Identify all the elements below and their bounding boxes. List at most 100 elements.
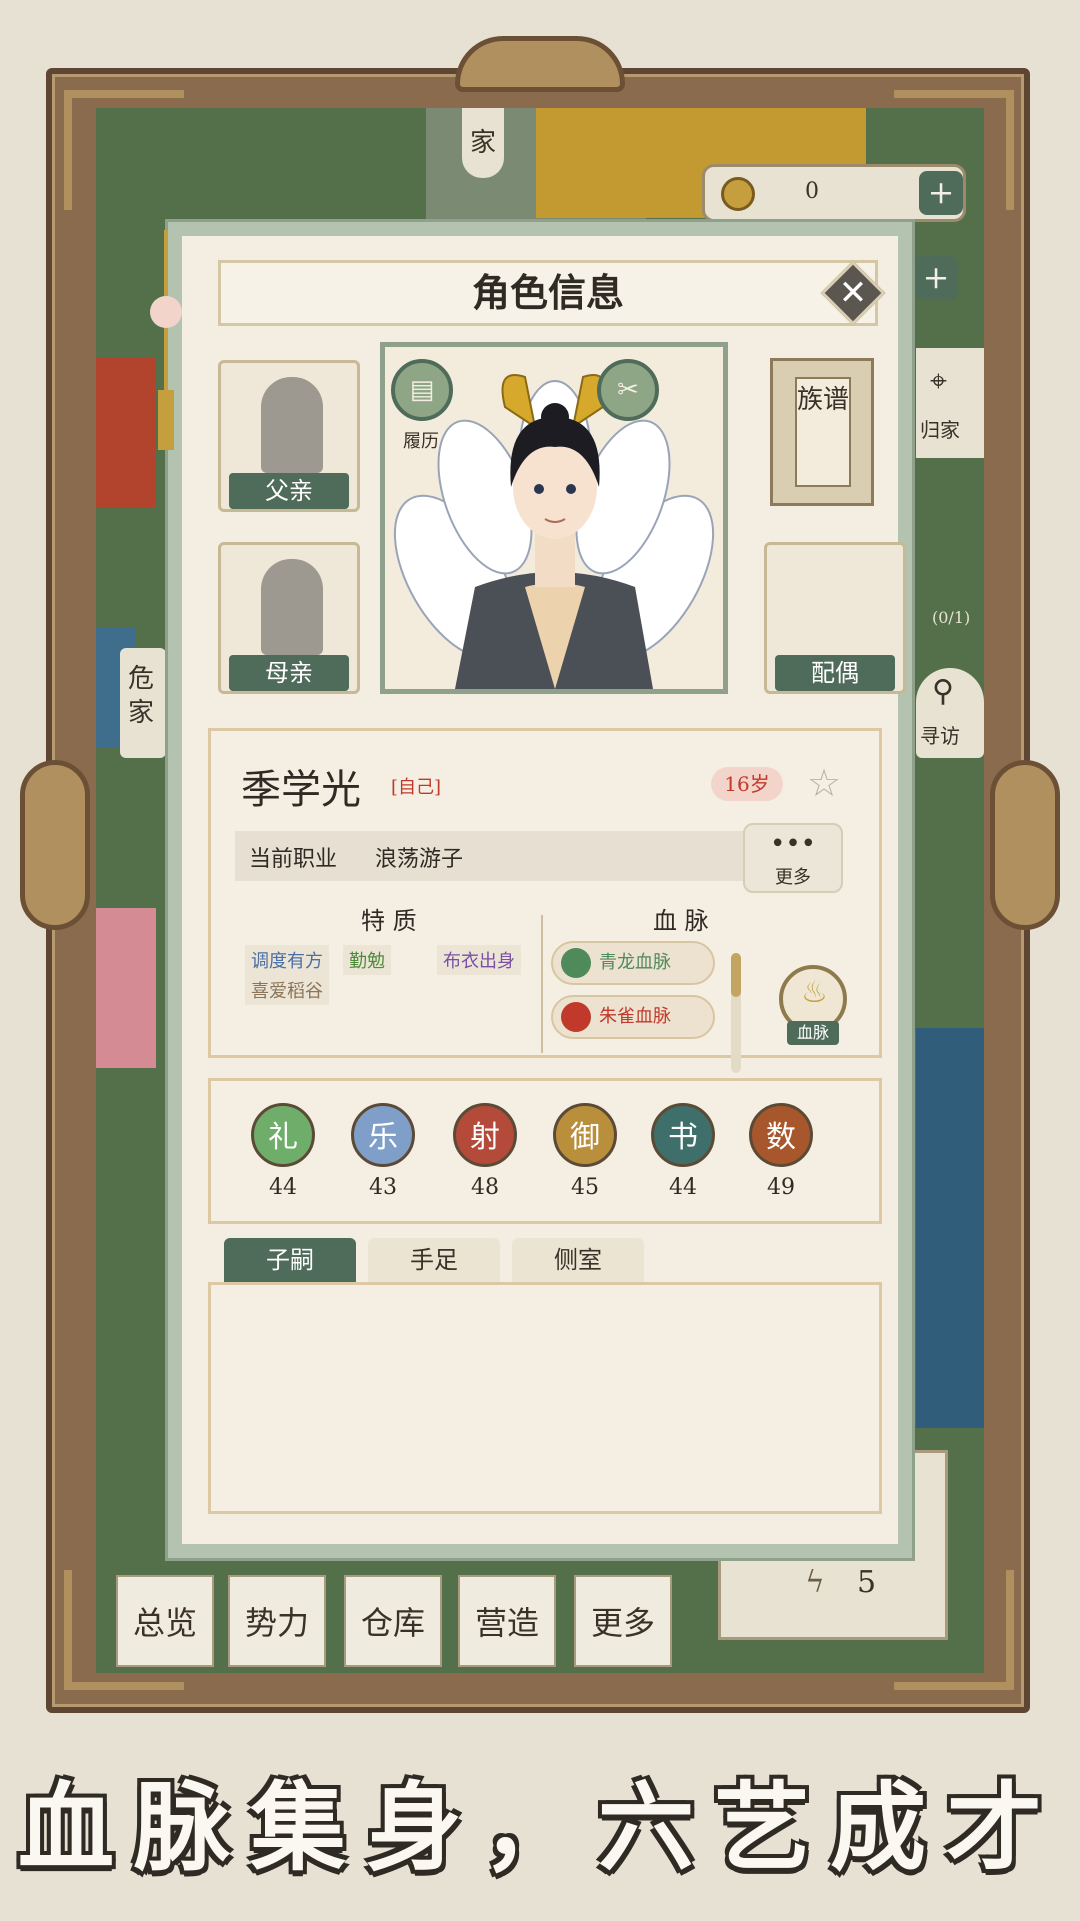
bloodline-scroll-thumb[interactable] <box>731 953 741 997</box>
visit-button-label: 寻访 <box>920 724 960 748</box>
genealogy-book-button[interactable]: 族谱 <box>770 358 874 506</box>
resume-button[interactable]: ▤ <box>391 359 453 421</box>
art-mathematics[interactable]: 数 49 <box>745 1103 817 1213</box>
coin-icon <box>721 177 755 211</box>
art-value: 44 <box>669 1175 697 1200</box>
trait-tag[interactable]: 调度有方 <box>245 945 329 975</box>
frame-corner-tl <box>64 90 184 210</box>
nav-warehouse[interactable]: 仓库 <box>344 1575 442 1667</box>
father-silhouette <box>261 377 323 473</box>
home-button[interactable]: ⌖ 归家 <box>916 348 984 458</box>
character-portrait: ▤ 履历 ✂ <box>380 342 728 694</box>
tab-content-panel <box>208 1282 882 1514</box>
frame-right-ornament <box>990 760 1060 930</box>
lightning-icon: ϟ <box>805 1565 825 1600</box>
add-resource-button[interactable]: + <box>914 256 958 300</box>
father-label: 父亲 <box>229 473 349 509</box>
music-icon: 乐 <box>351 1103 415 1167</box>
art-music[interactable]: 乐 43 <box>347 1103 419 1213</box>
tab-children[interactable]: 子嗣 <box>224 1238 356 1282</box>
scissors-icon: ✂ <box>617 375 639 405</box>
trait-tag[interactable]: 布衣出身 <box>437 945 521 975</box>
art-calligraphy[interactable]: 书 44 <box>647 1103 719 1213</box>
add-coins-button[interactable]: + <box>919 171 963 215</box>
character-info-dialog: 角色信息 ✕ 父亲 母亲 ▤ 履历 ✂ 族谱 配偶 季学光 [自己] 16岁 ☆… <box>168 222 912 1558</box>
frame-left-ornament <box>20 760 90 930</box>
job-value: 浪荡游子 <box>375 847 464 872</box>
art-charioteering[interactable]: 御 45 <box>549 1103 621 1213</box>
resume-label: 履历 <box>403 431 439 452</box>
mother-card[interactable]: 母亲 <box>218 542 360 694</box>
dialog-title: 角色信息 <box>471 270 624 315</box>
art-value: 49 <box>767 1175 795 1200</box>
more-button[interactable]: ••• 更多 <box>743 823 843 893</box>
art-value: 44 <box>269 1175 297 1200</box>
scroll-icon: ▤ <box>409 375 435 405</box>
map-left-banner-text: 危家 <box>128 664 155 728</box>
map-water <box>916 1028 984 1428</box>
flower-icon <box>150 296 182 328</box>
location-pin-icon: ⌖ <box>930 364 947 399</box>
genealogy-label: 族谱 <box>795 377 851 487</box>
job-label: 当前职业 <box>249 847 338 872</box>
edit-appearance-button[interactable]: ✂ <box>597 359 659 421</box>
bloodline-button-label: 血脉 <box>787 1021 839 1045</box>
nav-construct[interactable]: 营造 <box>458 1575 556 1667</box>
bloodline-item[interactable]: 朱雀血脉 <box>551 995 715 1039</box>
spouse-label: 配偶 <box>775 655 895 691</box>
mother-label: 母亲 <box>229 655 349 691</box>
home-button-label: 归家 <box>920 418 960 442</box>
spouse-card[interactable]: 配偶 <box>764 542 906 694</box>
art-value: 45 <box>571 1175 599 1200</box>
trait-tag[interactable]: 喜爱稻谷 <box>245 975 329 1005</box>
six-arts-card: 礼 44 乐 43 射 48 御 45 书 44 数 49 <box>208 1078 882 1224</box>
magnifier-icon: ⚲ <box>932 674 954 709</box>
father-card[interactable]: 父亲 <box>218 360 360 512</box>
rites-icon: 礼 <box>251 1103 315 1167</box>
art-rites[interactable]: 礼 44 <box>247 1103 319 1213</box>
art-value: 43 <box>369 1175 397 1200</box>
frame-top-ornament <box>455 36 625 92</box>
age-badge: 16岁 <box>711 767 783 801</box>
nav-forces[interactable]: 势力 <box>228 1575 326 1667</box>
favorite-star-icon[interactable]: ☆ <box>807 761 841 805</box>
tab-siblings[interactable]: 手足 <box>368 1238 500 1282</box>
azure-dragon-icon <box>561 948 591 978</box>
visit-button[interactable]: ⚲ 寻访 <box>916 668 984 758</box>
traits-title: 特 质 <box>361 907 417 935</box>
mathematics-icon: 数 <box>749 1103 813 1167</box>
trait-tag[interactable]: 勤勉 <box>343 945 391 975</box>
character-name: 季学光 <box>241 767 361 813</box>
more-label: 更多 <box>775 867 811 888</box>
dialog-title-bar: 角色信息 <box>218 260 878 326</box>
job-row: 当前职业 浪荡游子 <box>235 831 743 881</box>
more-dots-icon: ••• <box>769 829 816 859</box>
map-left-banner: 危家 <box>120 648 166 758</box>
bloodline-title: 血 脉 <box>653 907 709 935</box>
tassel-fringe <box>158 390 174 450</box>
art-value: 48 <box>471 1175 499 1200</box>
calligraphy-icon: 书 <box>651 1103 715 1167</box>
nav-more[interactable]: 更多 <box>574 1575 672 1667</box>
bloodline-label: 朱雀血脉 <box>599 1006 671 1027</box>
close-icon[interactable]: ✕ <box>830 270 876 316</box>
map-blossom-trees <box>96 908 156 1068</box>
charioteering-icon: 御 <box>553 1103 617 1167</box>
map-top-tag: 家 <box>462 108 504 178</box>
tab-concubines[interactable]: 侧室 <box>512 1238 644 1282</box>
map-count-text: (0/1) <box>932 608 971 627</box>
map-red-trees <box>96 358 156 508</box>
self-tag: [自己] <box>391 777 442 798</box>
vermilion-bird-icon <box>561 1002 591 1032</box>
bloodline-item[interactable]: 青龙血脉 <box>551 941 715 985</box>
flame-icon: ♨ <box>801 975 828 1010</box>
map-top-tag-text: 家 <box>470 128 497 158</box>
section-divider <box>541 915 543 1053</box>
nav-overview[interactable]: 总览 <box>116 1575 214 1667</box>
energy-value: 5 <box>857 1565 877 1600</box>
art-archery[interactable]: 射 48 <box>449 1103 521 1213</box>
coin-value: 0 <box>805 179 819 204</box>
character-info-card: 季学光 [自己] 16岁 ☆ 当前职业 浪荡游子 ••• 更多 特 质 血 脉 … <box>208 728 882 1073</box>
archery-icon: 射 <box>453 1103 517 1167</box>
mother-silhouette <box>261 559 323 655</box>
